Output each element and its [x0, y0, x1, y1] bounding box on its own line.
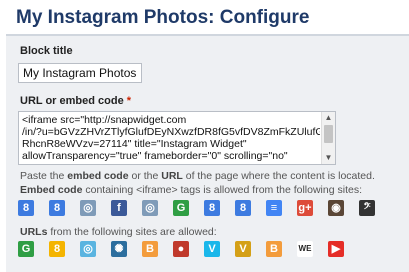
scroll-down-arrow-icon[interactable]: ▼ [322, 152, 335, 164]
help-text-part: or the [128, 170, 162, 182]
embed-sites-help-text: Embed code containing <iframe> tags is a… [20, 184, 362, 196]
google-icon: 8 [18, 200, 34, 216]
google-icon: 8 [49, 200, 65, 216]
apple-icon: ● [173, 241, 189, 257]
help-text-bold: URL [161, 170, 183, 182]
google-icon: 8 [235, 200, 251, 216]
help-text-part: from the following sites are allowed: [47, 226, 217, 238]
block-title-label: Block title [20, 45, 73, 57]
globe-icon: ◎ [80, 241, 96, 257]
google-icon: 8 [49, 241, 65, 257]
facebook-icon: f [111, 200, 127, 216]
nasa-icon: ✺ [111, 241, 127, 257]
vine-icon: V [235, 241, 251, 257]
globe-icon: ◎ [142, 200, 158, 216]
globe-icon: ◎ [80, 200, 96, 216]
embed-code-line: RhcnR8eWVzv=27114" title="Instagram Widg… [22, 138, 247, 150]
help-text-bold: embed code [67, 170, 129, 182]
music-icon: 𝄢 [359, 200, 375, 216]
embed-code-label: URL or embed code * [20, 95, 131, 107]
help-text-part: containing <iframe> tags is allowed from… [82, 184, 362, 196]
embed-code-text: <iframe src="http://snapwidget.com /in/?… [22, 114, 320, 162]
vimeo-icon: V [204, 241, 220, 257]
blogger-icon: B [266, 241, 282, 257]
page-title: My Instagram Photos: Configure [16, 7, 310, 28]
google-icon: 8 [204, 200, 220, 216]
textarea-scrollbar[interactable]: ▲ ▼ [321, 112, 335, 164]
instagram-icon: ◉ [328, 200, 344, 216]
block-title-input[interactable]: My Instagram Photos [18, 63, 142, 83]
google-calendar-icon: G [173, 200, 189, 216]
google-docs-icon: ≡ [266, 200, 282, 216]
embed-code-line: <iframe src="http://snapwidget.com [22, 114, 187, 126]
google-maps-icon: G [18, 241, 34, 257]
page-header: My Instagram Photos: Configure [0, 0, 409, 36]
embed-code-line: allowTransparency="true" frameborder="0"… [22, 150, 288, 162]
embed-help-text: Paste the embed code or the URL of the p… [20, 170, 375, 182]
embed-code-line: /in/?u=bGVzZHVrZTlyfGlufDEyNXwzfDR8fG5vf… [22, 126, 320, 138]
scrollbar-thumb[interactable] [324, 125, 333, 143]
youtube-icon: ▶ [328, 241, 344, 257]
embed-code-label-text: URL or embed code [20, 95, 124, 107]
embed-code-textarea[interactable]: <iframe src="http://snapwidget.com /in/?… [18, 111, 336, 165]
url-sites-help-text: URLs from the following sites are allowe… [20, 226, 217, 238]
blogger-icon: B [142, 241, 158, 257]
help-text-bold: URLs [20, 226, 48, 238]
help-text-part: of the page where the content is located… [182, 170, 375, 182]
we-icon: WE [297, 241, 313, 257]
google-plus-icon: g+ [297, 200, 313, 216]
required-marker: * [126, 95, 132, 107]
help-text-bold: Embed code [20, 184, 83, 196]
help-text-part: Paste the [20, 170, 68, 182]
scroll-up-arrow-icon[interactable]: ▲ [322, 112, 335, 124]
